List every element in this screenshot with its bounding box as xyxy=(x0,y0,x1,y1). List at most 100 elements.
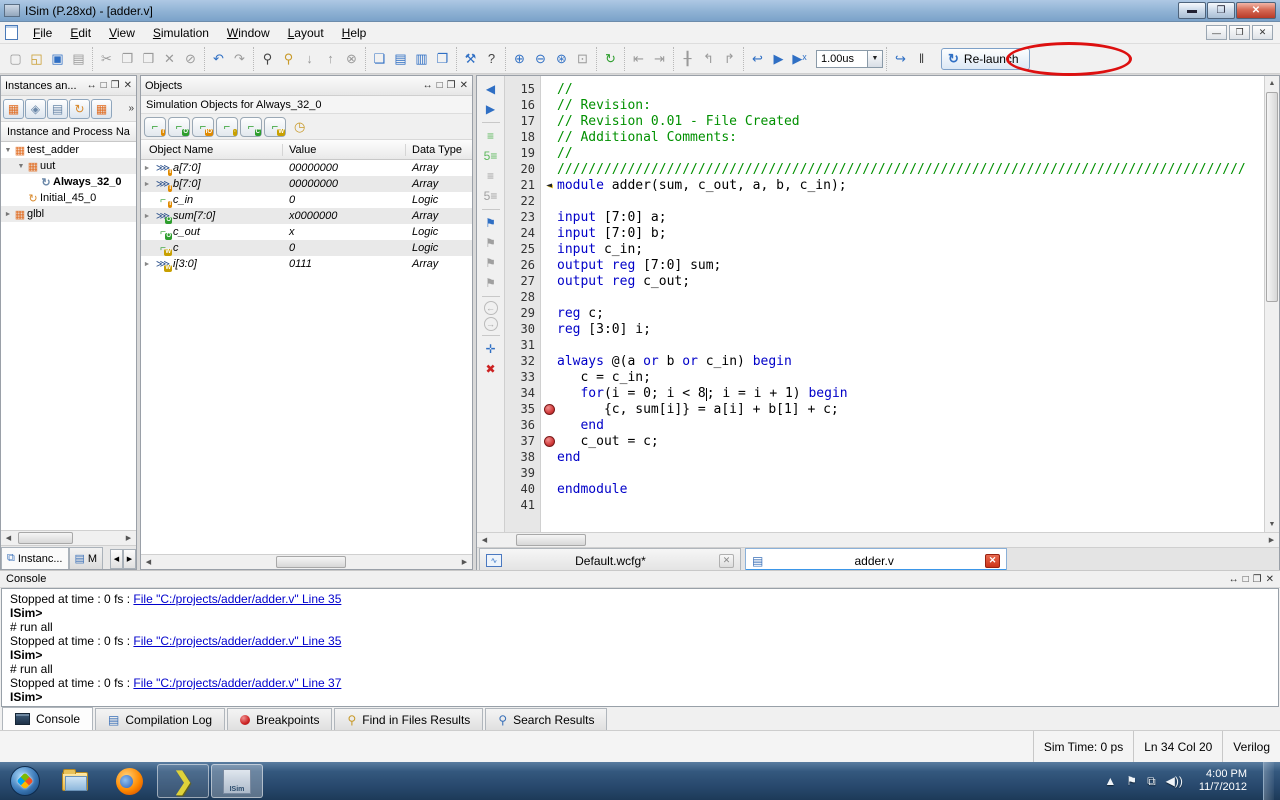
editor-vscrollbar[interactable]: ▲ ▼ xyxy=(1264,76,1279,532)
restore-panel-icon[interactable]: ❐ xyxy=(1253,574,1262,585)
cut-icon[interactable]: ✂ xyxy=(96,48,117,69)
prev-hierarchy-icon[interactable]: ◀ xyxy=(481,80,501,98)
process-filter-button[interactable]: ↻ xyxy=(69,99,90,119)
next-hierarchy-icon[interactable]: ▶ xyxy=(481,100,501,118)
pan-tool-icon[interactable]: ✛ xyxy=(481,340,501,358)
code-line-40[interactable]: 40endmodule xyxy=(505,481,1264,497)
run-for-time-icon[interactable]: ▶ˣ xyxy=(789,48,810,69)
object-row-c_out[interactable]: ⌐Oc_outxLogic xyxy=(141,224,472,240)
object-row-a70[interactable]: ►⋙Ia[7:0]00000000Array xyxy=(141,160,472,176)
code-line-23[interactable]: 23input [7:0] a; xyxy=(505,209,1264,225)
restore-panel-icon[interactable]: ❐ xyxy=(111,80,120,91)
all-instances-filter-button[interactable]: ▦ xyxy=(91,99,112,119)
code-line-21[interactable]: 21◄module adder(sum, c_out, a, b, c_in); xyxy=(505,177,1264,193)
find-icon[interactable]: ⚲ xyxy=(257,48,278,69)
instances-filter-button[interactable]: ▦ xyxy=(3,99,24,119)
tab-search-results[interactable]: ⚲Search Results xyxy=(485,708,607,730)
scroll-thumb[interactable] xyxy=(276,556,346,568)
menu-file[interactable]: File xyxy=(24,24,61,42)
internal-filter-button[interactable]: ⌐· xyxy=(216,117,238,137)
close-panel-icon[interactable]: ✕ xyxy=(1266,574,1274,585)
scroll-thumb[interactable] xyxy=(1266,92,1278,302)
find-in-files-icon[interactable]: ⚲ xyxy=(278,48,299,69)
expander-icon[interactable]: ► xyxy=(141,213,153,220)
tree-item-test_adder[interactable]: ▼▦test_adder xyxy=(1,142,136,158)
console-output[interactable]: Stopped at time : 0 fs : File "C:/projec… xyxy=(1,588,1279,707)
reload-icon[interactable]: ↻ xyxy=(600,48,621,69)
clear-line-highlight-icon[interactable]: ≡ xyxy=(481,167,501,185)
tab-find-in-files-results[interactable]: ⚲Find in Files Results xyxy=(334,708,483,730)
panel-tab-instanc[interactable]: ⧉Instanc... xyxy=(1,547,69,569)
editor-tab-defaultwcfg[interactable]: ∿Default.wcfg*✕ xyxy=(479,548,741,572)
breakpoint-gutter[interactable] xyxy=(541,404,557,415)
objects-hscrollbar[interactable]: ◀ ▶ xyxy=(141,554,472,569)
code-line-29[interactable]: 29reg c; xyxy=(505,305,1264,321)
code-line-35[interactable]: 35 {c, sum[i]} = a[i] + b[1] + c; xyxy=(505,401,1264,417)
relaunch-button[interactable]: ↻Re-launch xyxy=(941,48,1030,70)
tree-item-uut[interactable]: ▼▦uut xyxy=(1,158,136,174)
output-filter-button[interactable]: ⌐O xyxy=(168,117,190,137)
constant-filter-button[interactable]: ⌐C xyxy=(240,117,262,137)
code-line-22[interactable]: 22 xyxy=(505,193,1264,209)
maximize-panel-icon[interactable]: □ xyxy=(1243,574,1249,585)
tab-scroll-left-icon[interactable]: ◀ xyxy=(110,549,123,569)
tray-expand-icon[interactable]: ▲ xyxy=(1104,774,1116,788)
restart-sim-icon[interactable]: ↩ xyxy=(747,48,768,69)
float-panel-icon[interactable]: ↔ xyxy=(1229,574,1239,585)
object-row-b70[interactable]: ►⋙Ib[7:0]00000000Array xyxy=(141,176,472,192)
step-sim-icon[interactable]: ↪ xyxy=(890,48,911,69)
scroll-thumb[interactable] xyxy=(516,534,586,546)
show-desktop-button[interactable] xyxy=(1263,762,1274,800)
scroll-left-icon[interactable]: ◀ xyxy=(141,555,156,570)
prev-bookmark-icon[interactable]: ⚑ xyxy=(481,254,501,272)
preferences-wrench-icon[interactable]: ⚒ xyxy=(460,48,481,69)
tree-item-always_32_0[interactable]: ↻Always_32_0 xyxy=(1,174,136,190)
close-tab-icon[interactable]: ✕ xyxy=(719,554,734,568)
mdi-minimize-button[interactable]: — xyxy=(1206,25,1227,40)
alarm-clock-icon[interactable]: ◷ xyxy=(294,119,305,135)
maximize-panel-icon[interactable]: □ xyxy=(437,80,443,91)
tab-console[interactable]: Console xyxy=(2,707,93,730)
editor-hscrollbar[interactable]: ◀ ▶ xyxy=(477,532,1279,547)
code-line-19[interactable]: 19// xyxy=(505,145,1264,161)
object-row-c[interactable]: ⌐Wc0Logic xyxy=(141,240,472,256)
variable-filter-button[interactable]: ⌐W xyxy=(264,117,286,137)
tile-horizontal-icon[interactable]: ▤ xyxy=(390,48,411,69)
code-line-25[interactable]: 25input c_in; xyxy=(505,241,1264,257)
object-row-sum70[interactable]: ►⋙Osum[7:0]x0000000Array xyxy=(141,208,472,224)
close-panel-icon[interactable]: ✕ xyxy=(460,80,468,91)
maximize-panel-icon[interactable]: □ xyxy=(101,80,107,91)
nav-forward-icon[interactable]: → xyxy=(484,317,498,331)
code-line-37[interactable]: 37 c_out = c; xyxy=(505,433,1264,449)
inout-filter-button[interactable]: ⌐IO xyxy=(192,117,214,137)
clear-bookmarks-icon[interactable]: ⚑ xyxy=(481,274,501,292)
goto-prev-marker-icon[interactable]: ⇤ xyxy=(628,48,649,69)
scroll-down-icon[interactable]: ▼ xyxy=(1265,517,1279,532)
menu-simulation[interactable]: Simulation xyxy=(144,24,218,42)
menu-edit[interactable]: Edit xyxy=(61,24,100,42)
show-line-highlight-icon[interactable]: ≡ xyxy=(481,127,501,145)
scroll-up-icon[interactable]: ▲ xyxy=(1265,76,1279,91)
volume-icon[interactable]: ◀)) xyxy=(1166,774,1183,788)
clear-line-highlight-5-icon[interactable]: 5≡ xyxy=(481,187,501,205)
taskbar-clock[interactable]: 4:00 PM 11/7/2012 xyxy=(1193,768,1253,794)
restore-panel-icon[interactable]: ❐ xyxy=(447,80,456,91)
mdi-restore-button[interactable]: ❐ xyxy=(1229,25,1250,40)
taskbar-isim-button[interactable]: ISim xyxy=(211,764,263,798)
column-object-name[interactable]: Object Name xyxy=(141,144,283,156)
scroll-left-icon[interactable]: ◀ xyxy=(1,531,16,546)
chevron-down-icon[interactable]: ▼ xyxy=(868,50,883,68)
code-line-16[interactable]: 16// Revision: xyxy=(505,97,1264,113)
object-row-i30[interactable]: ►⋙Wi[3:0]0111Array xyxy=(141,256,472,272)
mdi-close-button[interactable]: ✕ xyxy=(1252,25,1273,40)
code-line-33[interactable]: 33 c = c_in; xyxy=(505,369,1264,385)
tab-compilation-log[interactable]: ▤Compilation Log xyxy=(95,708,225,730)
scroll-right-icon[interactable]: ▶ xyxy=(457,555,472,570)
design-units-filter-button[interactable]: ◈ xyxy=(25,99,46,119)
float-panel-icon[interactable]: ↔ xyxy=(423,80,433,91)
code-line-39[interactable]: 39 xyxy=(505,465,1264,481)
code-line-34[interactable]: 34 for(i = 0; i < 8; i = i + 1) begin xyxy=(505,385,1264,401)
column-value[interactable]: Value xyxy=(283,144,406,156)
next-bookmark-icon[interactable]: ⚑ xyxy=(481,234,501,252)
input-filter-button[interactable]: ⌐I xyxy=(144,117,166,137)
